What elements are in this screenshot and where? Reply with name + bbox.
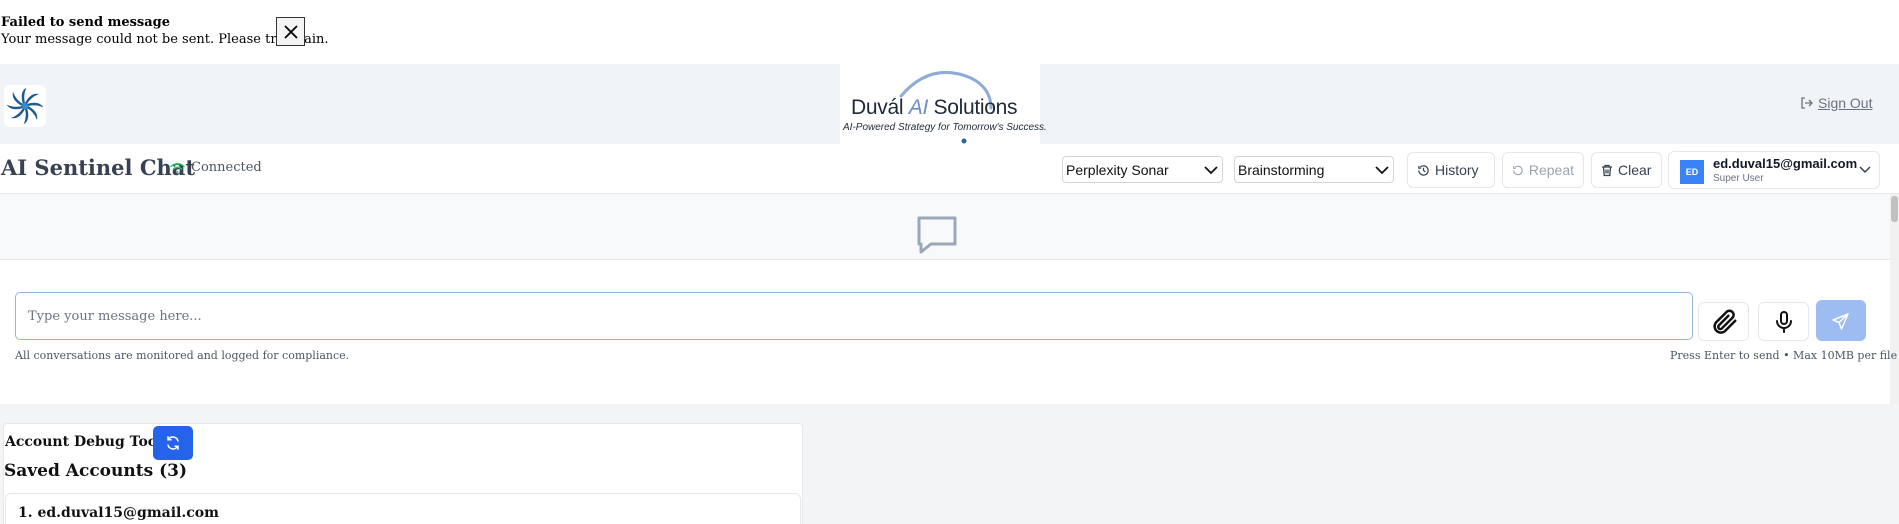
scrollbar[interactable] xyxy=(1890,194,1899,404)
close-icon xyxy=(283,24,298,39)
brand-tagline: AI-Powered Strategy for Tomorrow's Succe… xyxy=(843,122,1047,133)
chat-bubble-icon xyxy=(917,216,957,254)
send-icon xyxy=(1832,312,1849,330)
status-text: Connected xyxy=(191,160,262,175)
history-label: History xyxy=(1435,162,1479,178)
brand-name: Duvál AI Solutions xyxy=(851,96,1018,119)
page-title: AI Sentinel Chat xyxy=(1,155,196,180)
wifi-icon xyxy=(170,162,185,173)
sign-out-icon xyxy=(1801,97,1813,109)
scrollbar-thumb[interactable] xyxy=(1891,196,1898,222)
mode-select[interactable]: Brainstorming xyxy=(1234,156,1394,183)
saved-accounts-title: Saved Accounts (3) xyxy=(4,461,187,481)
send-button[interactable] xyxy=(1816,300,1866,341)
attach-button[interactable] xyxy=(1698,302,1749,341)
microphone-icon xyxy=(1775,310,1792,333)
debug-title: Account Debug Tool xyxy=(5,434,163,450)
toast-close-button[interactable] xyxy=(276,17,305,46)
repeat-icon xyxy=(1513,165,1523,175)
clear-label: Clear xyxy=(1618,162,1652,178)
trash-icon xyxy=(1602,164,1612,176)
compliance-note: All conversations are monitored and logg… xyxy=(15,349,350,362)
repeat-label: Repeat xyxy=(1528,162,1574,178)
refresh-button[interactable] xyxy=(153,426,193,460)
repeat-button[interactable]: Repeat xyxy=(1502,152,1584,188)
model-select[interactable]: Perplexity Sonar xyxy=(1062,156,1223,183)
app-logo[interactable] xyxy=(4,85,46,127)
error-toast: Failed to send message Your message coul… xyxy=(0,14,329,48)
history-button[interactable]: History xyxy=(1407,152,1495,188)
user-menu[interactable]: ED ed.duval15@gmail.com Super User xyxy=(1668,151,1880,189)
account-item-text: 1. ed.duval15@gmail.com xyxy=(18,505,219,521)
chevron-down-icon xyxy=(1375,165,1389,174)
chevron-down-icon xyxy=(1859,166,1871,174)
paperclip-icon xyxy=(1712,309,1736,334)
refresh-icon xyxy=(167,436,179,450)
microphone-button[interactable] xyxy=(1758,302,1809,341)
swirl-logo-icon xyxy=(6,87,44,125)
clear-button[interactable]: Clear xyxy=(1591,152,1662,188)
user-email: ed.duval15@gmail.com xyxy=(1713,156,1858,171)
connection-status: Connected xyxy=(170,160,262,175)
sign-out-link[interactable]: Sign Out xyxy=(1800,95,1872,111)
model-select-value: Perplexity Sonar xyxy=(1066,161,1169,178)
toast-title: Failed to send message xyxy=(1,15,171,30)
mode-select-value: Brainstorming xyxy=(1238,161,1325,178)
avatar: ED xyxy=(1680,160,1704,184)
user-role: Super User xyxy=(1713,173,1764,184)
sign-out-label: Sign Out xyxy=(1818,95,1873,111)
history-icon xyxy=(1418,164,1429,176)
chevron-down-icon xyxy=(1204,165,1218,174)
message-input[interactable] xyxy=(15,292,1693,340)
send-hint: Press Enter to send • Max 10MB per file xyxy=(1670,349,1898,362)
